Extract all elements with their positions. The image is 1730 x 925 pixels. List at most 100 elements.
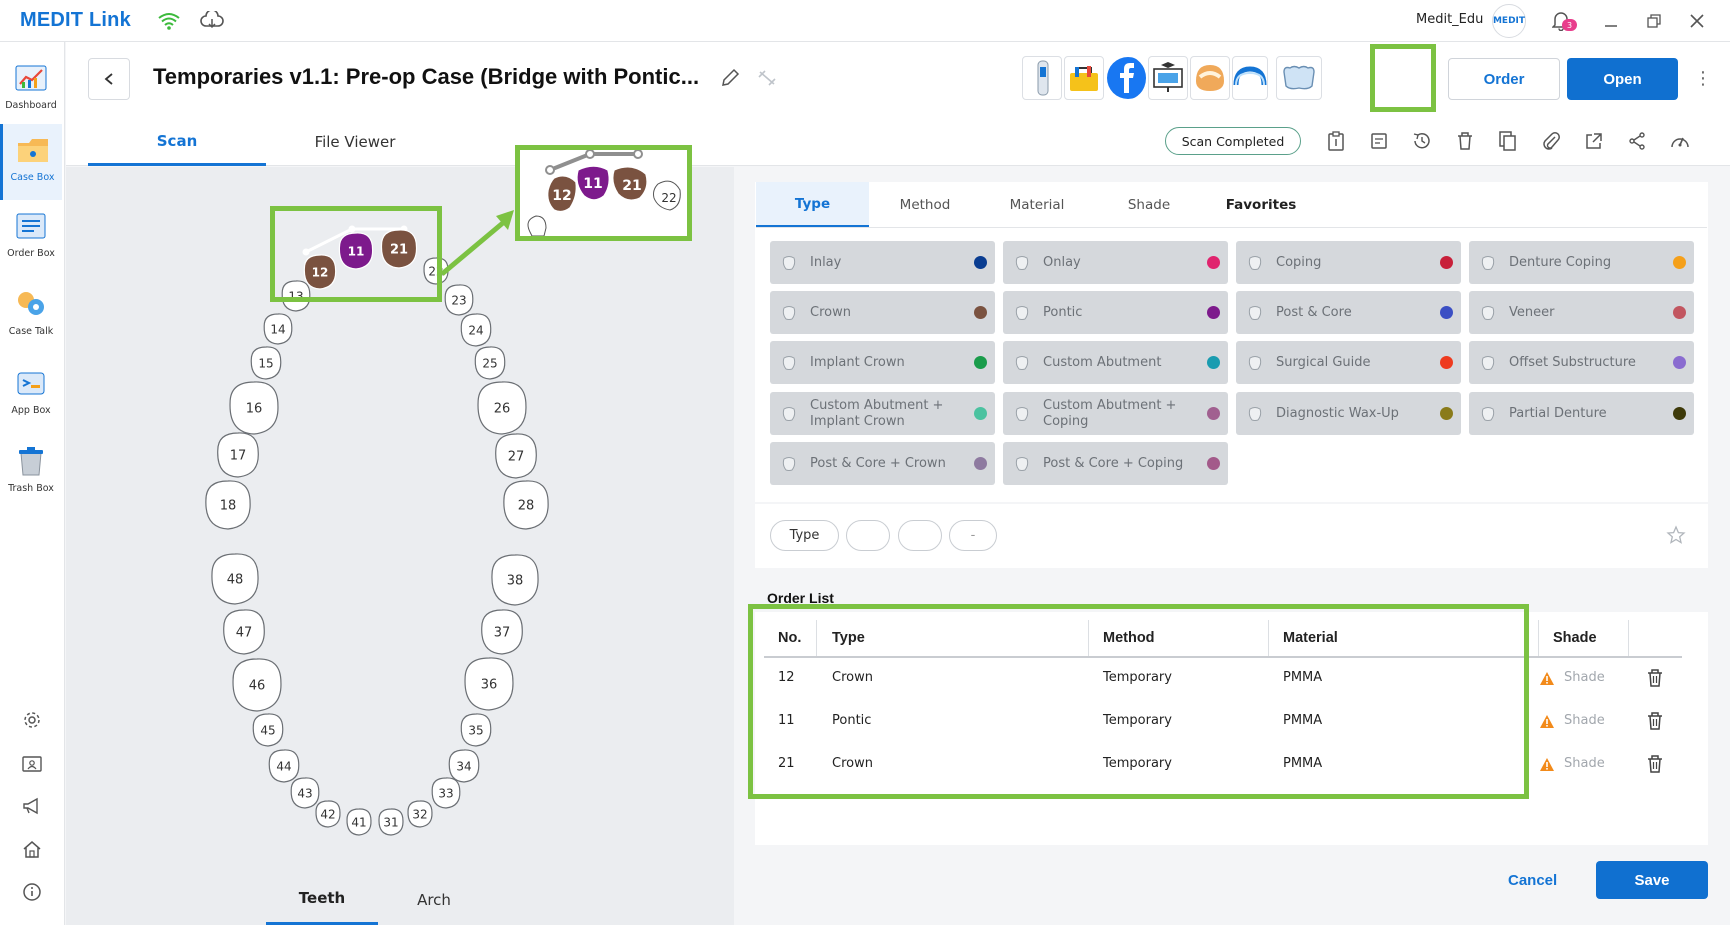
- material-chip[interactable]: [898, 520, 942, 551]
- tab-arch[interactable]: Arch: [378, 874, 490, 925]
- tooth-14[interactable]: 14: [263, 313, 293, 345]
- app-toolbox-icon[interactable]: [1064, 56, 1104, 100]
- type-button[interactable]: Post & Core + Crown: [770, 442, 995, 485]
- trash-icon[interactable]: [1647, 755, 1663, 773]
- tooth-16[interactable]: 16: [229, 381, 279, 435]
- save-button[interactable]: Save: [1596, 861, 1708, 899]
- star-icon[interactable]: [1666, 525, 1686, 549]
- cloud-sync-icon[interactable]: [199, 8, 225, 34]
- shade-select[interactable]: Shade: [1564, 670, 1605, 685]
- type-button[interactable]: Implant Crown: [770, 341, 995, 384]
- tooth-45[interactable]: 45: [252, 713, 284, 747]
- tooth-33[interactable]: 33: [431, 777, 461, 809]
- attachment-icon[interactable]: [1539, 129, 1563, 153]
- tooth-37[interactable]: 37: [481, 609, 523, 655]
- tooth-46[interactable]: 46: [232, 658, 282, 712]
- tooth-32[interactable]: 32: [407, 800, 433, 828]
- tooth-44[interactable]: 44: [268, 749, 300, 783]
- shade-select[interactable]: Shade: [1564, 713, 1605, 728]
- type-button[interactable]: Crown: [770, 291, 995, 334]
- tab-method[interactable]: Method: [869, 182, 981, 227]
- export-icon[interactable]: [1582, 129, 1606, 153]
- tooth-38[interactable]: 38: [491, 554, 539, 606]
- cancel-button[interactable]: Cancel: [1508, 872, 1557, 889]
- minimize-icon[interactable]: [1600, 10, 1622, 32]
- shade-select[interactable]: Shade: [1564, 756, 1605, 771]
- copy-icon[interactable]: [1496, 129, 1520, 153]
- type-button[interactable]: Diagnostic Wax-Up: [1236, 392, 1461, 435]
- tooth-35[interactable]: 35: [460, 713, 492, 747]
- tooth-24[interactable]: 24: [460, 313, 492, 347]
- type-button[interactable]: Offset Substructure: [1469, 341, 1694, 384]
- open-button[interactable]: Open: [1567, 58, 1678, 100]
- back-button[interactable]: [88, 58, 130, 100]
- tooth-28[interactable]: 28: [503, 480, 549, 530]
- app-aligner-icon[interactable]: [1232, 56, 1268, 100]
- gauge-icon[interactable]: [1668, 129, 1692, 153]
- tooth-31[interactable]: 31: [378, 808, 404, 836]
- tooth-47[interactable]: 47: [223, 609, 265, 655]
- type-chip[interactable]: Type: [770, 520, 839, 551]
- type-button[interactable]: Pontic: [1003, 291, 1228, 334]
- note-icon[interactable]: [1367, 129, 1391, 153]
- type-button[interactable]: Onlay: [1003, 241, 1228, 284]
- type-button[interactable]: Inlay: [770, 241, 995, 284]
- app-denture-icon[interactable]: [1190, 56, 1230, 100]
- tooth-43[interactable]: 43: [290, 777, 320, 809]
- type-button[interactable]: Veneer: [1469, 291, 1694, 334]
- sidebar-item-dashboard[interactable]: Dashboard: [0, 52, 62, 124]
- tooth-27[interactable]: 27: [495, 433, 537, 479]
- type-button[interactable]: Partial Denture: [1469, 392, 1694, 435]
- type-button[interactable]: Denture Coping: [1469, 241, 1694, 284]
- tab-scan[interactable]: Scan: [88, 118, 266, 166]
- unlink-icon[interactable]: [756, 68, 778, 92]
- trash-icon[interactable]: [1647, 669, 1663, 687]
- tooth-23[interactable]: 23: [444, 284, 474, 316]
- shade-chip[interactable]: -: [949, 520, 997, 551]
- edit-pencil-icon[interactable]: [720, 68, 740, 92]
- tab-file-viewer[interactable]: File Viewer: [266, 118, 444, 166]
- tooth-25[interactable]: 25: [474, 346, 506, 380]
- facebook-icon[interactable]: [1106, 56, 1146, 100]
- tab-material[interactable]: Material: [981, 182, 1093, 227]
- tooth-41[interactable]: 41: [346, 808, 372, 836]
- tooth-18[interactable]: 18: [205, 480, 251, 530]
- order-button[interactable]: Order: [1448, 58, 1560, 100]
- megaphone-icon[interactable]: [20, 794, 44, 818]
- type-button[interactable]: Surgical Guide: [1236, 341, 1461, 384]
- info-icon[interactable]: [20, 880, 44, 904]
- tooth-15[interactable]: 15: [250, 346, 282, 380]
- sidebar-item-order-box[interactable]: Order Box: [0, 200, 62, 272]
- tab-shade[interactable]: Shade: [1093, 182, 1205, 227]
- more-options-icon[interactable]: ⋮: [1694, 68, 1712, 89]
- restore-icon[interactable]: [1643, 10, 1665, 32]
- type-button[interactable]: Post & Core: [1236, 291, 1461, 334]
- tooth-26[interactable]: 26: [477, 381, 527, 435]
- sidebar-item-case-talk[interactable]: Case Talk: [0, 278, 62, 350]
- tooth-48[interactable]: 48: [211, 553, 259, 605]
- app-scanner-icon[interactable]: [1022, 56, 1062, 100]
- type-button[interactable]: Custom Abutment: [1003, 341, 1228, 384]
- type-button[interactable]: Post & Core + Coping: [1003, 442, 1228, 485]
- tooth-42[interactable]: 42: [315, 800, 341, 828]
- sidebar-item-trash-box[interactable]: Trash Box: [0, 435, 62, 507]
- method-chip[interactable]: [846, 520, 890, 551]
- user-name[interactable]: Medit_Edu: [1416, 12, 1483, 27]
- home-icon[interactable]: [20, 837, 44, 861]
- type-button[interactable]: Custom Abutment + Implant Crown: [770, 392, 995, 435]
- tooth-34[interactable]: 34: [448, 749, 480, 783]
- sidebar-item-case-box[interactable]: Case Box: [0, 124, 62, 200]
- user-avatar[interactable]: MEDIT: [1492, 4, 1526, 38]
- share-icon[interactable]: [1625, 129, 1649, 153]
- tab-favorites[interactable]: Favorites: [1205, 182, 1317, 227]
- tab-teeth[interactable]: Teeth: [266, 874, 378, 925]
- type-button[interactable]: Custom Abutment + Coping: [1003, 392, 1228, 435]
- app-temporaries-icon[interactable]: [1276, 56, 1322, 100]
- tooth-36[interactable]: 36: [464, 657, 514, 711]
- tab-type[interactable]: Type: [756, 182, 869, 227]
- folder-user-icon[interactable]: [20, 751, 44, 775]
- trash-icon[interactable]: [1647, 712, 1663, 730]
- sidebar-item-app-box[interactable]: App Box: [0, 357, 62, 429]
- delete-icon[interactable]: [1453, 129, 1477, 153]
- type-button[interactable]: Coping: [1236, 241, 1461, 284]
